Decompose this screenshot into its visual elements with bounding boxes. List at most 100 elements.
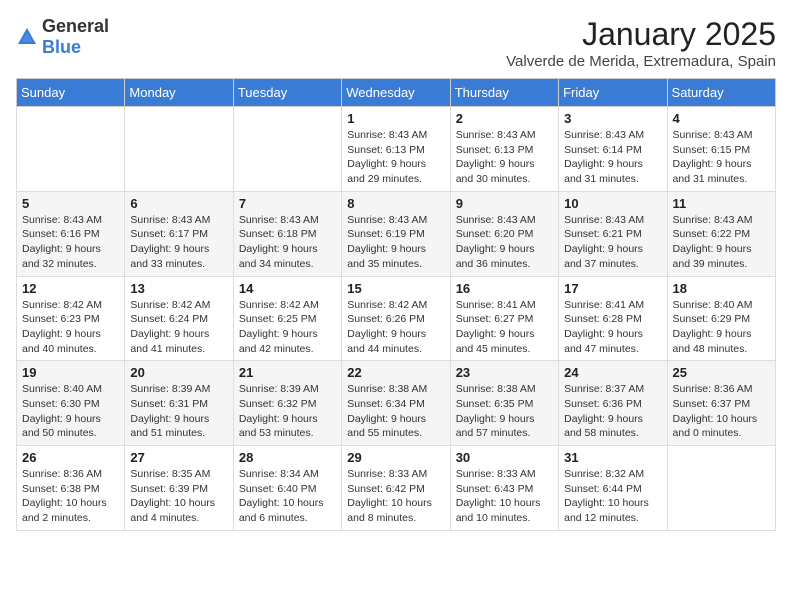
day-detail: Sunrise: 8:40 AM Sunset: 6:29 PM Dayligh… [673, 298, 770, 357]
day-number: 7 [239, 196, 336, 211]
day-number: 5 [22, 196, 119, 211]
day-detail: Sunrise: 8:41 AM Sunset: 6:27 PM Dayligh… [456, 298, 553, 357]
day-number: 15 [347, 281, 444, 296]
logo-icon [16, 26, 38, 48]
month-year-title: January 2025 [506, 16, 776, 53]
table-row: 29Sunrise: 8:33 AM Sunset: 6:42 PM Dayli… [342, 446, 450, 531]
table-row: 13 Sunrise: 8:42 AM Sunset: 6:24 PM Dayli… [125, 276, 233, 361]
page-header: General Blue January 2025 Valverde de Me… [16, 16, 776, 70]
calendar-week-row: 12 Sunrise: 8:42 AM Sunset: 6:23 PM Dayli… [17, 276, 776, 361]
table-row: 4Sunrise: 8:43 AM Sunset: 6:15 PM Daylig… [667, 107, 775, 192]
day-number: 23 [456, 365, 553, 380]
day-number: 3 [564, 111, 661, 126]
calendar-week-row: 1 Sunrise: 8:43 AM Sunset: 6:13 PM Daylig… [17, 107, 776, 192]
day-detail: Sunrise: 8:41 AM Sunset: 6:28 PM Dayligh… [564, 298, 661, 357]
day-detail: Sunrise: 8:43 AM Sunset: 6:20 PM Dayligh… [456, 213, 553, 272]
day-detail: Sunrise: 8:39 AM Sunset: 6:32 PM Dayligh… [239, 382, 336, 441]
table-row [17, 107, 125, 192]
day-number: 10 [564, 196, 661, 211]
table-row [125, 107, 233, 192]
day-number: 13 [130, 281, 227, 296]
day-number: 9 [456, 196, 553, 211]
day-detail: Sunrise: 8:34 AM Sunset: 6:40 PM Dayligh… [239, 467, 336, 526]
calendar-header-row: Sunday Monday Tuesday Wednesday Thursday… [17, 79, 776, 107]
table-row: 23 Sunrise: 8:38 AM Sunset: 6:35 PM Dayli… [450, 361, 558, 446]
day-detail: Sunrise: 8:40 AM Sunset: 6:30 PM Dayligh… [22, 382, 119, 441]
day-number: 16 [456, 281, 553, 296]
table-row: 7Sunrise: 8:43 AM Sunset: 6:18 PM Daylig… [233, 191, 341, 276]
table-row: 28 Sunrise: 8:34 AM Sunset: 6:40 PM Dayli… [233, 446, 341, 531]
calendar-table: Sunday Monday Tuesday Wednesday Thursday… [16, 78, 776, 531]
day-number: 25 [673, 365, 770, 380]
day-number: 24 [564, 365, 661, 380]
table-row [667, 446, 775, 531]
table-row: 6 Sunrise: 8:43 AM Sunset: 6:17 PM Daylig… [125, 191, 233, 276]
day-detail: Sunrise: 8:43 AM Sunset: 6:17 PM Dayligh… [130, 213, 227, 272]
table-row: 10 Sunrise: 8:43 AM Sunset: 6:21 PM Dayli… [559, 191, 667, 276]
day-detail: Sunrise: 8:43 AM Sunset: 6:21 PM Dayligh… [564, 213, 661, 272]
table-row: 11Sunrise: 8:43 AM Sunset: 6:22 PM Dayli… [667, 191, 775, 276]
calendar-week-row: 26 Sunrise: 8:36 AM Sunset: 6:38 PM Dayli… [17, 446, 776, 531]
header-monday: Monday [125, 79, 233, 107]
day-number: 2 [456, 111, 553, 126]
day-number: 28 [239, 450, 336, 465]
day-detail: Sunrise: 8:32 AM Sunset: 6:44 PM Dayligh… [564, 467, 661, 526]
day-detail: Sunrise: 8:37 AM Sunset: 6:36 PM Dayligh… [564, 382, 661, 441]
header-wednesday: Wednesday [342, 79, 450, 107]
day-number: 31 [564, 450, 661, 465]
day-number: 30 [456, 450, 553, 465]
day-number: 1 [347, 111, 444, 126]
table-row: 30Sunrise: 8:33 AM Sunset: 6:43 PM Dayli… [450, 446, 558, 531]
header-friday: Friday [559, 79, 667, 107]
day-number: 12 [22, 281, 119, 296]
day-number: 20 [130, 365, 227, 380]
table-row: 31 Sunrise: 8:32 AM Sunset: 6:44 PM Dayli… [559, 446, 667, 531]
table-row: 25Sunrise: 8:36 AM Sunset: 6:37 PM Dayli… [667, 361, 775, 446]
table-row: 24 Sunrise: 8:37 AM Sunset: 6:36 PM Dayli… [559, 361, 667, 446]
header-saturday: Saturday [667, 79, 775, 107]
day-detail: Sunrise: 8:43 AM Sunset: 6:13 PM Dayligh… [347, 128, 444, 187]
day-detail: Sunrise: 8:42 AM Sunset: 6:26 PM Dayligh… [347, 298, 444, 357]
day-detail: Sunrise: 8:42 AM Sunset: 6:23 PM Dayligh… [22, 298, 119, 357]
table-row: 16 Sunrise: 8:41 AM Sunset: 6:27 PM Dayli… [450, 276, 558, 361]
day-detail: Sunrise: 8:42 AM Sunset: 6:25 PM Dayligh… [239, 298, 336, 357]
logo-blue: Blue [42, 37, 81, 57]
day-number: 4 [673, 111, 770, 126]
day-detail: Sunrise: 8:42 AM Sunset: 6:24 PM Dayligh… [130, 298, 227, 357]
table-row: 9 Sunrise: 8:43 AM Sunset: 6:20 PM Daylig… [450, 191, 558, 276]
table-row: 8 Sunrise: 8:43 AM Sunset: 6:19 PM Daylig… [342, 191, 450, 276]
day-number: 17 [564, 281, 661, 296]
day-detail: Sunrise: 8:36 AM Sunset: 6:38 PM Dayligh… [22, 467, 119, 526]
table-row: 21Sunrise: 8:39 AM Sunset: 6:32 PM Dayli… [233, 361, 341, 446]
table-row: 18Sunrise: 8:40 AM Sunset: 6:29 PM Dayli… [667, 276, 775, 361]
day-detail: Sunrise: 8:38 AM Sunset: 6:34 PM Dayligh… [347, 382, 444, 441]
header-sunday: Sunday [17, 79, 125, 107]
table-row: 17 Sunrise: 8:41 AM Sunset: 6:28 PM Dayli… [559, 276, 667, 361]
header-thursday: Thursday [450, 79, 558, 107]
day-number: 6 [130, 196, 227, 211]
logo: General Blue [16, 16, 109, 58]
table-row: 1 Sunrise: 8:43 AM Sunset: 6:13 PM Daylig… [342, 107, 450, 192]
table-row: 12 Sunrise: 8:42 AM Sunset: 6:23 PM Dayli… [17, 276, 125, 361]
header-tuesday: Tuesday [233, 79, 341, 107]
table-row: 14 Sunrise: 8:42 AM Sunset: 6:25 PM Dayli… [233, 276, 341, 361]
table-row: 27 Sunrise: 8:35 AM Sunset: 6:39 PM Dayli… [125, 446, 233, 531]
title-area: January 2025 Valverde de Merida, Extrema… [506, 16, 776, 70]
table-row: 22 Sunrise: 8:38 AM Sunset: 6:34 PM Dayli… [342, 361, 450, 446]
day-number: 27 [130, 450, 227, 465]
table-row: 20Sunrise: 8:39 AM Sunset: 6:31 PM Dayli… [125, 361, 233, 446]
day-detail: Sunrise: 8:43 AM Sunset: 6:19 PM Dayligh… [347, 213, 444, 272]
table-row: 19 Sunrise: 8:40 AM Sunset: 6:30 PM Dayli… [17, 361, 125, 446]
day-detail: Sunrise: 8:43 AM Sunset: 6:14 PM Dayligh… [564, 128, 661, 187]
table-row: 15 Sunrise: 8:42 AM Sunset: 6:26 PM Dayli… [342, 276, 450, 361]
calendar-week-row: 5Sunrise: 8:43 AM Sunset: 6:16 PM Daylig… [17, 191, 776, 276]
day-detail: Sunrise: 8:35 AM Sunset: 6:39 PM Dayligh… [130, 467, 227, 526]
day-number: 19 [22, 365, 119, 380]
day-number: 22 [347, 365, 444, 380]
day-detail: Sunrise: 8:33 AM Sunset: 6:42 PM Dayligh… [347, 467, 444, 526]
day-number: 14 [239, 281, 336, 296]
day-number: 26 [22, 450, 119, 465]
day-number: 8 [347, 196, 444, 211]
table-row [233, 107, 341, 192]
day-detail: Sunrise: 8:38 AM Sunset: 6:35 PM Dayligh… [456, 382, 553, 441]
